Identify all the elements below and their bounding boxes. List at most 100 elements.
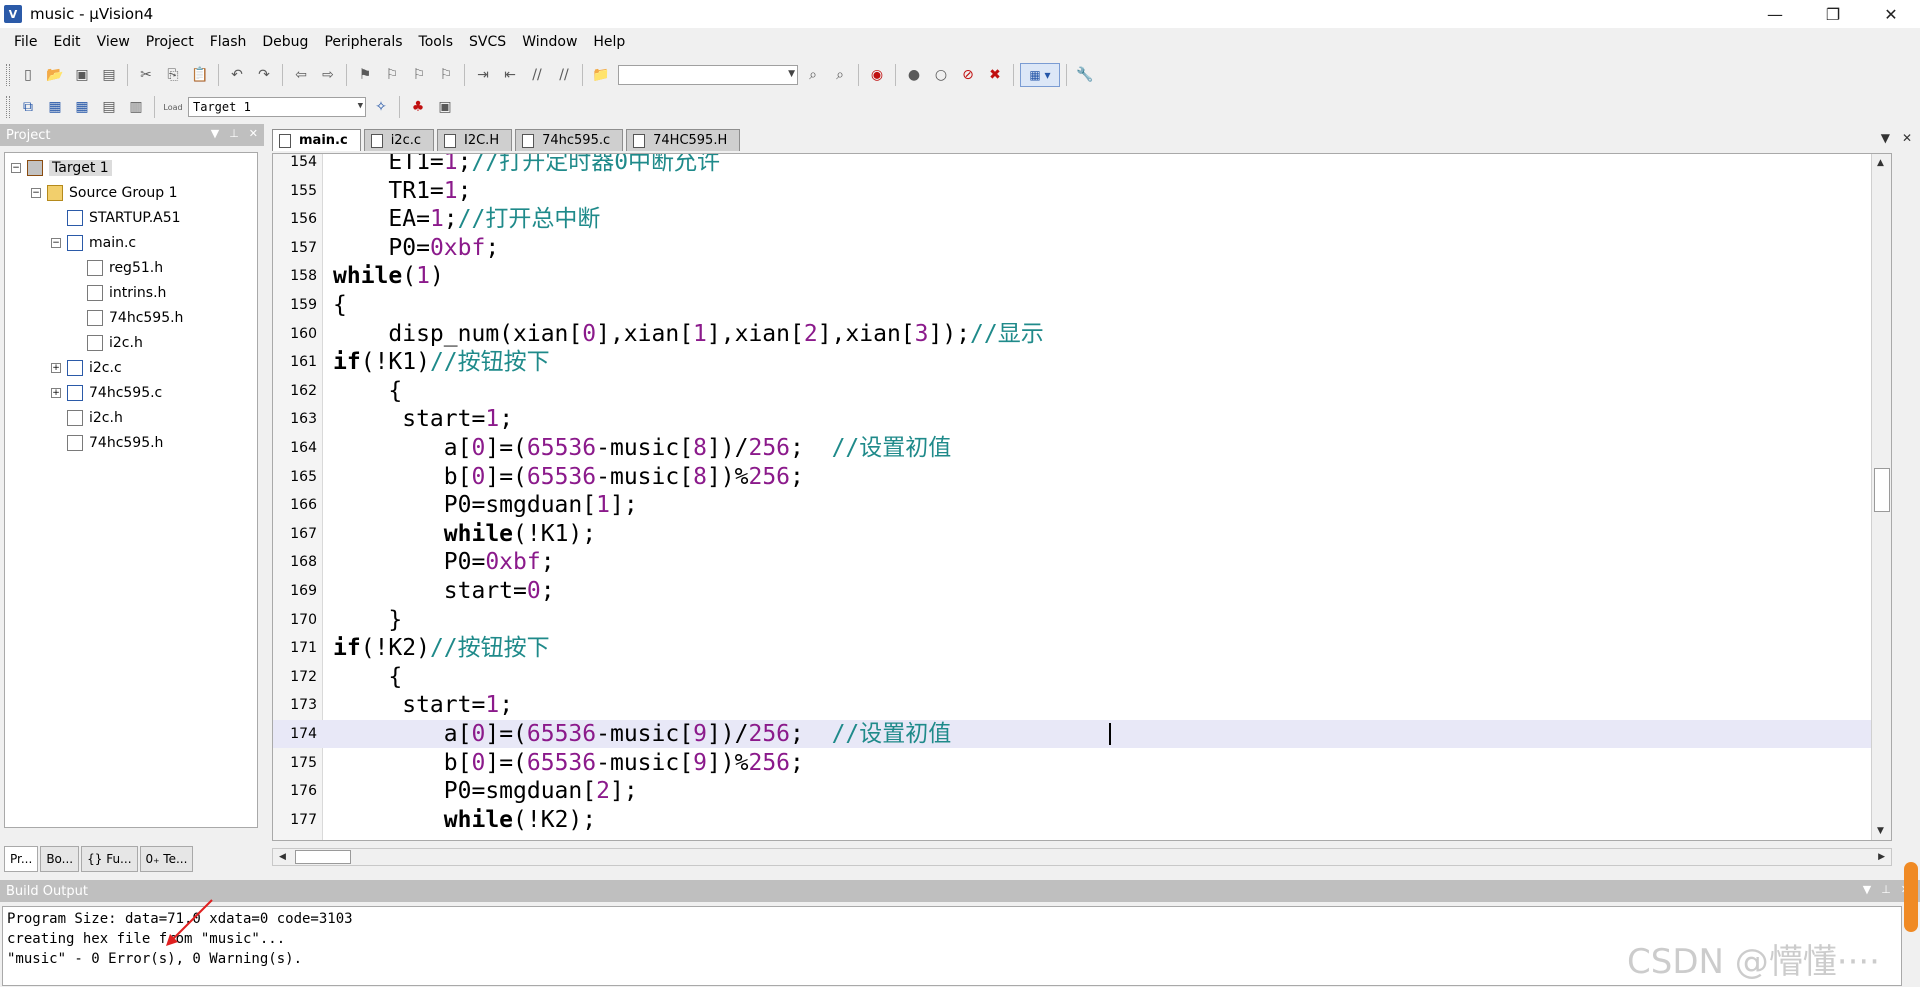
- code-editor[interactable]: 154 ET1=1;//打开定时器0中断允许 155 TR1=1; 156 EA=1…: [272, 153, 1892, 841]
- collapse-icon[interactable]: −: [51, 238, 61, 248]
- new-file-icon[interactable]: ▯: [16, 63, 40, 87]
- code-line[interactable]: 160 disp_num(xian[0],xian[1],xian[2],xia…: [273, 320, 1891, 348]
- target-options-icon[interactable]: ✧: [369, 95, 393, 119]
- breakpoint-enable-icon[interactable]: ○: [929, 63, 953, 87]
- rebuild-icon[interactable]: ▦: [70, 95, 94, 119]
- scroll-right-icon[interactable]: ▶: [1878, 852, 1885, 862]
- save-icon[interactable]: ▣: [70, 63, 94, 87]
- find-in-files-icon[interactable]: 📁: [589, 63, 613, 87]
- debug-session-icon[interactable]: ◉: [865, 63, 889, 87]
- code-line[interactable]: 168 P0=0xbf;: [273, 548, 1891, 576]
- uvision-app-icon[interactable]: V: [4, 5, 22, 23]
- code-line[interactable]: 174 a[0]=(65536-music[9])/256; //设置初值: [273, 720, 1891, 748]
- menu-help[interactable]: Help: [585, 34, 633, 50]
- code-line[interactable]: 176 P0=smgduan[2];: [273, 777, 1891, 805]
- tab-74hc595-h[interactable]: 74HC595.H: [626, 129, 741, 151]
- find-combo[interactable]: ▼: [618, 65, 798, 85]
- bookmark-prev-icon[interactable]: ⚐: [380, 63, 404, 87]
- menu-view[interactable]: View: [89, 34, 138, 50]
- tab-i2c-c[interactable]: i2c.c: [363, 129, 434, 151]
- menu-svcs[interactable]: SVCS: [461, 34, 514, 50]
- close-icon[interactable]: ✕: [249, 127, 258, 140]
- window-layout-icon[interactable]: ▦ ▾: [1020, 63, 1060, 87]
- code-line[interactable]: 172 {: [273, 663, 1891, 691]
- tab-templates[interactable]: 0₊ Te...: [139, 846, 194, 872]
- incremental-find-icon[interactable]: ⌕: [828, 63, 852, 87]
- code-line[interactable]: 170 }: [273, 606, 1891, 634]
- indent-icon[interactable]: ⇥: [471, 63, 495, 87]
- code-line[interactable]: 164 a[0]=(65536-music[8])/256; //设置初值: [273, 434, 1891, 462]
- find-icon[interactable]: ⌕: [801, 63, 825, 87]
- scroll-left-icon[interactable]: ◀: [279, 852, 286, 862]
- code-line[interactable]: 155 TR1=1;: [273, 177, 1891, 205]
- menu-project[interactable]: Project: [138, 34, 202, 50]
- tab-books[interactable]: Bo...: [40, 846, 80, 872]
- tree-item[interactable]: i2c.h: [71, 332, 143, 354]
- bookmark-clear-icon[interactable]: ⚐: [434, 63, 458, 87]
- tree-item[interactable]: intrins.h: [71, 282, 166, 304]
- breakpoint-disable-all-icon[interactable]: ⊘: [956, 63, 980, 87]
- tab-main-c[interactable]: main.c: [272, 129, 361, 151]
- bookmark-next-icon[interactable]: ⚐: [407, 63, 431, 87]
- scrollbar-thumb[interactable]: [295, 850, 351, 864]
- horizontal-scrollbar[interactable]: ◀ ▶: [272, 848, 1892, 866]
- breakpoint-insert-icon[interactable]: ●: [902, 63, 926, 87]
- tree-item[interactable]: − Target 1: [11, 157, 112, 179]
- menu-tools[interactable]: Tools: [411, 34, 462, 50]
- code-line[interactable]: 171 if(!K2)//按钮按下: [273, 634, 1891, 662]
- configure-icon[interactable]: 🔧: [1073, 63, 1097, 87]
- copy-icon[interactable]: ⎘: [161, 63, 185, 87]
- code-line[interactable]: 173 start=1;: [273, 691, 1891, 719]
- download-load-icon[interactable]: Load: [161, 95, 185, 119]
- paste-icon[interactable]: 📋: [188, 63, 212, 87]
- scrollbar-thumb[interactable]: [1874, 468, 1890, 512]
- tab-i2c-h[interactable]: I2C.H: [437, 129, 513, 151]
- code-line[interactable]: 177 while(!K2);: [273, 806, 1891, 834]
- collapse-icon[interactable]: −: [11, 163, 21, 173]
- menu-file[interactable]: File: [6, 34, 45, 50]
- unindent-icon[interactable]: ⇤: [498, 63, 522, 87]
- code-line[interactable]: 175 b[0]=(65536-music[9])%256;: [273, 749, 1891, 777]
- tree-item[interactable]: i2c.h: [51, 407, 123, 429]
- tree-item[interactable]: − main.c: [51, 232, 136, 254]
- expand-icon[interactable]: +: [51, 363, 61, 373]
- menu-flash[interactable]: Flash: [202, 34, 255, 50]
- toolbar-grip[interactable]: [6, 64, 10, 86]
- code-line[interactable]: 158 while(1): [273, 262, 1891, 290]
- close-icon[interactable]: ✕: [1902, 131, 1912, 145]
- code-line[interactable]: 166 P0=smgduan[1];: [273, 491, 1891, 519]
- tree-item[interactable]: STARTUP.A51: [51, 207, 181, 229]
- bookmark-insert-icon[interactable]: ⚑: [353, 63, 377, 87]
- code-line[interactable]: 162 {: [273, 377, 1891, 405]
- build-output-text[interactable]: Program Size: data=71.0 xdata=0 code=310…: [2, 906, 1902, 986]
- tree-item[interactable]: +74hc595.c: [51, 382, 162, 404]
- code-line[interactable]: 157 P0=0xbf;: [273, 234, 1891, 262]
- tree-item[interactable]: 74hc595.h: [51, 432, 163, 454]
- menu-window[interactable]: Window: [514, 34, 585, 50]
- code-line[interactable]: 165 b[0]=(65536-music[8])%256;: [273, 463, 1891, 491]
- pin-icon[interactable]: ⊥: [1881, 883, 1891, 896]
- translate-icon[interactable]: ⧉: [16, 95, 40, 119]
- menu-debug[interactable]: Debug: [254, 34, 316, 50]
- close-button[interactable]: ✕: [1862, 0, 1920, 28]
- panel-menu-icon[interactable]: ▼: [211, 127, 219, 140]
- menu-edit[interactable]: Edit: [45, 34, 88, 50]
- code-line[interactable]: 163 start=1;: [273, 405, 1891, 433]
- manage-components-icon[interactable]: ♣: [406, 95, 430, 119]
- menu-peripherals[interactable]: Peripherals: [316, 34, 410, 50]
- code-line[interactable]: 156 EA=1;//打开总中断: [273, 205, 1891, 233]
- restore-button[interactable]: ❐: [1804, 0, 1862, 28]
- breakpoint-kill-all-icon[interactable]: ✖: [983, 63, 1007, 87]
- panel-menu-icon[interactable]: ▼: [1863, 883, 1871, 896]
- collapse-icon[interactable]: −: [31, 188, 41, 198]
- open-folder-icon[interactable]: 📂: [43, 63, 67, 87]
- expand-icon[interactable]: +: [51, 388, 61, 398]
- undo-icon[interactable]: ↶: [225, 63, 249, 87]
- comment-icon[interactable]: //: [525, 63, 549, 87]
- code-line[interactable]: 169 start=0;: [273, 577, 1891, 605]
- tree-item[interactable]: − Source Group 1: [31, 182, 178, 204]
- stop-build-icon[interactable]: ▥: [124, 95, 148, 119]
- navigate-back-icon[interactable]: ⇦: [289, 63, 313, 87]
- scroll-up-icon[interactable]: ▲: [1877, 158, 1884, 168]
- code-line[interactable]: 154 ET1=1;//打开定时器0中断允许: [273, 154, 1891, 176]
